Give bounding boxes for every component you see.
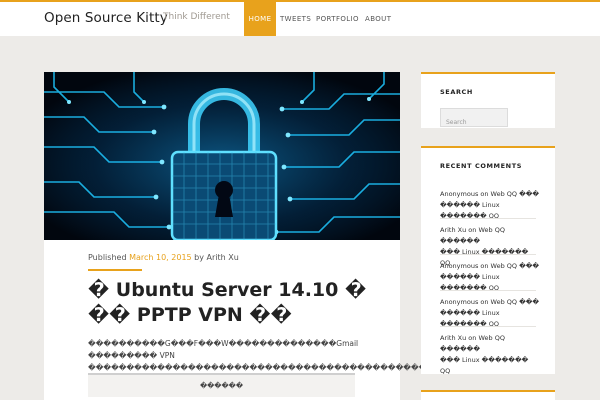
by-label: by — [194, 253, 204, 262]
search-widget: SEARCH — [421, 72, 555, 131]
post-card: Published March 10, 2015 by Arith Xu � U… — [44, 72, 496, 400]
published-label: Published — [88, 253, 127, 262]
post-title[interactable]: � Ubuntu Server 14.10 � �� PPTP VPN �� — [88, 278, 368, 328]
comment-line: Anonymous on Web QQ ��� — [440, 298, 540, 306]
recent-comments-title: RECENT COMMENTS — [440, 162, 523, 170]
comment-divider — [440, 290, 536, 291]
nav-item-tweets[interactable]: TWEETS — [280, 2, 311, 36]
nav-item-about[interactable]: ABOUT — [365, 2, 391, 36]
site-tagline: Think Different — [163, 12, 230, 22]
comment-item[interactable]: Arith Xu on Web QQ ������ ��� Linux ����… — [440, 333, 540, 377]
comment-divider — [440, 254, 536, 255]
search-widget-title: SEARCH — [440, 88, 473, 96]
recent-comments-widget: RECENT COMMENTS Anonymous on Web QQ ��� … — [421, 146, 555, 377]
post-date[interactable]: March 10, 2015 — [129, 253, 192, 262]
read-more-button[interactable]: ������ — [88, 373, 355, 397]
comment-line: Anonymous on Web QQ ��� — [440, 262, 540, 270]
search-box — [440, 108, 508, 131]
comment-line: Anonymous on Web QQ ��� — [440, 190, 540, 198]
post-meta: Published March 10, 2015 by Arith Xu — [88, 253, 239, 262]
comment-divider — [440, 218, 536, 219]
search-input[interactable] — [441, 114, 507, 131]
meta-divider — [88, 269, 142, 271]
comment-line: ��� Linux ������� QQ — [440, 356, 529, 375]
post-author[interactable]: Arith Xu — [207, 253, 239, 262]
comment-divider — [440, 326, 536, 327]
site-title[interactable]: Open Source Kitty — [44, 10, 168, 26]
nav-item-portfolio[interactable]: PORTFOLIO — [316, 2, 359, 36]
post-featured-image[interactable] — [44, 72, 400, 240]
padlock-circuit-icon — [44, 72, 400, 240]
comment-line: Arith Xu on Web QQ ������ — [440, 334, 505, 353]
site-header: Open Source Kitty Think Different HOME T… — [0, 2, 600, 36]
nav-item-home[interactable]: HOME — [244, 2, 276, 36]
comment-line: Arith Xu on Web QQ ������ — [440, 226, 505, 245]
next-widget-edge — [421, 390, 555, 400]
